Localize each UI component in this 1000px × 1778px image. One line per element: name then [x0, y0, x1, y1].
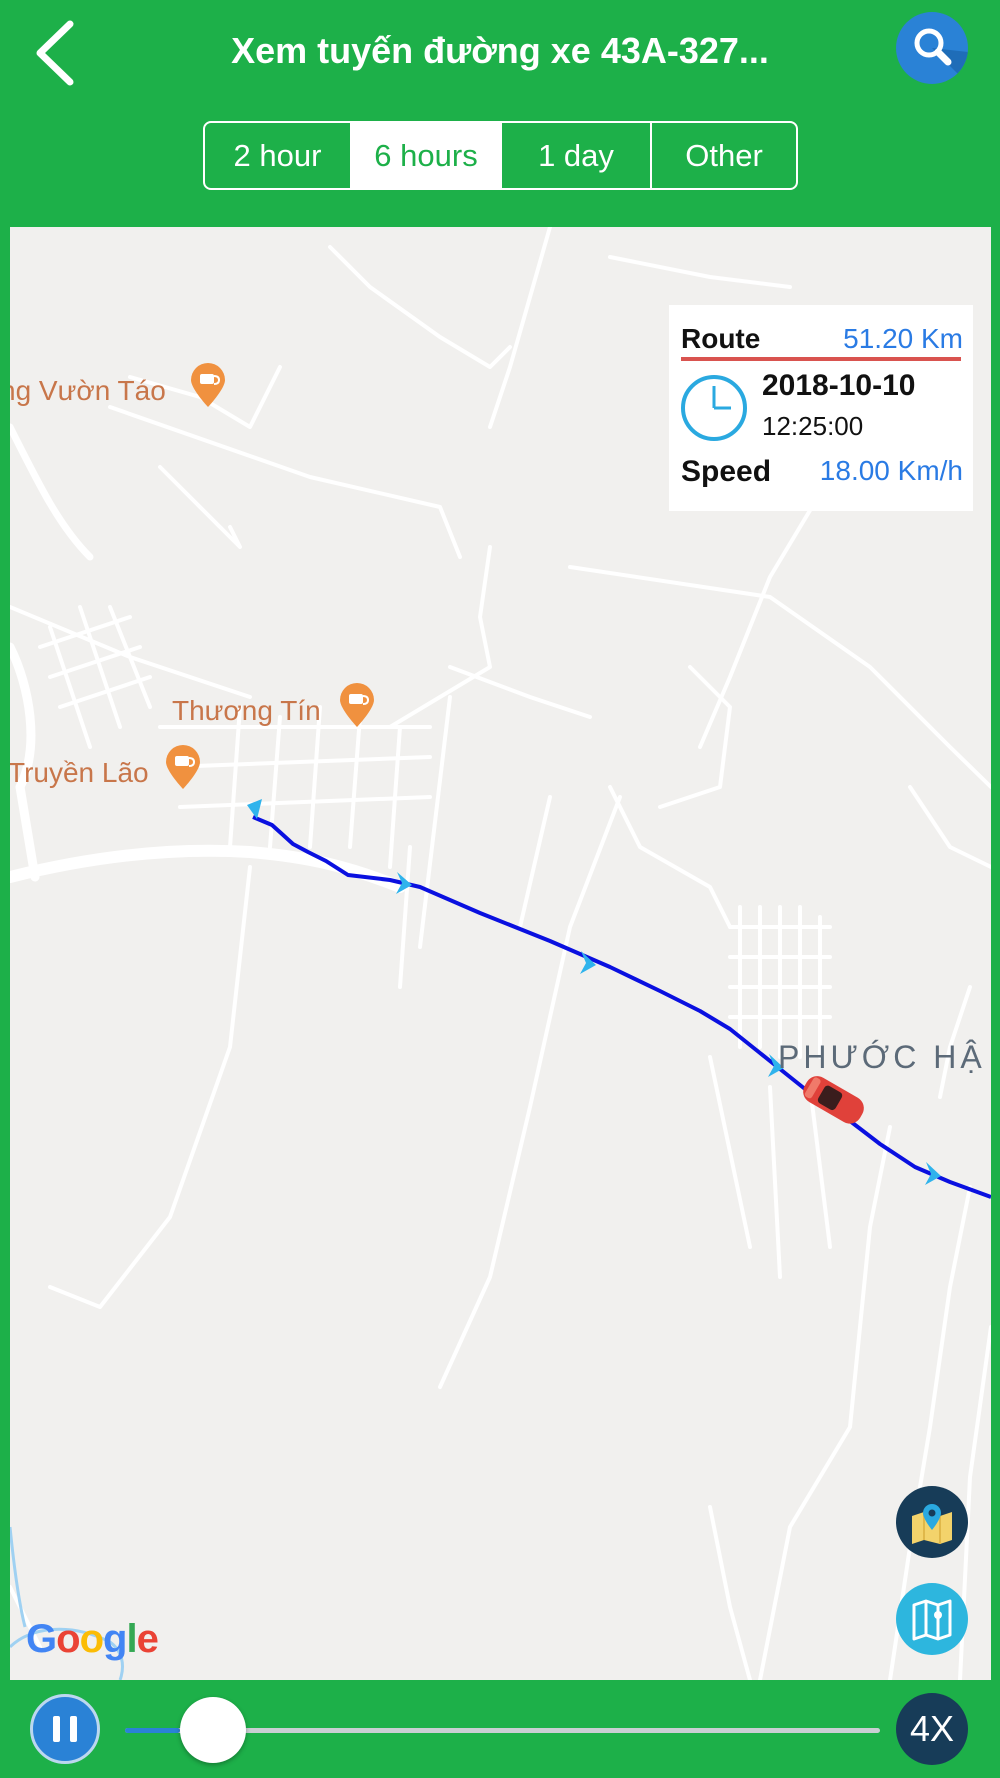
cafe-pin-icon[interactable] — [166, 745, 200, 789]
tab-6-hours[interactable]: 6 hours — [352, 123, 502, 188]
chevron-left-icon — [36, 20, 74, 86]
playback-speed-button[interactable]: 4X — [896, 1693, 968, 1765]
route-value: 51.20 Km — [843, 323, 963, 354]
playback-slider-fill — [125, 1728, 181, 1733]
pause-button[interactable] — [30, 1694, 100, 1764]
tab-2-hour[interactable]: 2 hour — [205, 123, 352, 188]
tab-other[interactable]: Other — [652, 123, 796, 188]
map-icon — [912, 1599, 952, 1641]
trip-info-panel: Route 51.20 Km 2018-10-10 12:25:00 Speed… — [669, 305, 973, 511]
back-button[interactable] — [28, 18, 88, 88]
poi-label: Truyền Lão — [10, 757, 149, 788]
page-title: Xem tuyến đường xe 43A-327... — [231, 30, 769, 71]
header: Xem tuyến đường xe 43A-327... — [0, 0, 1000, 105]
date-value: 2018-10-10 — [762, 369, 916, 402]
pause-icon — [53, 1716, 77, 1742]
map-type-button[interactable] — [896, 1583, 968, 1655]
playback-slider-thumb[interactable] — [180, 1697, 247, 1763]
poi-label: Thương Tín — [172, 695, 321, 726]
speed-value: 18.00 Km/h — [819, 455, 963, 486]
red-car-icon[interactable] — [796, 1070, 872, 1128]
map-layers-button[interactable] — [896, 1486, 968, 1558]
divider — [681, 357, 961, 361]
tab-1-day[interactable]: 1 day — [502, 123, 652, 188]
clock-icon — [681, 375, 747, 441]
poi-label: ng Vườn Táo — [10, 375, 166, 406]
cafe-pin-icon[interactable] — [191, 363, 225, 407]
search-icon — [914, 28, 968, 84]
time-value: 12:25:00 — [762, 411, 864, 441]
time-range-tabs: 2 hour 6 hours 1 day Other — [203, 121, 798, 190]
speed-label: Speed — [681, 455, 772, 488]
map-pin-icon — [912, 1504, 952, 1544]
route-label: Route — [681, 323, 761, 354]
google-logo: Google — [26, 1617, 159, 1661]
area-label: PHƯỚC HẬ — [778, 1039, 986, 1075]
cafe-pin-icon[interactable] — [340, 683, 374, 727]
search-button[interactable] — [896, 12, 968, 84]
